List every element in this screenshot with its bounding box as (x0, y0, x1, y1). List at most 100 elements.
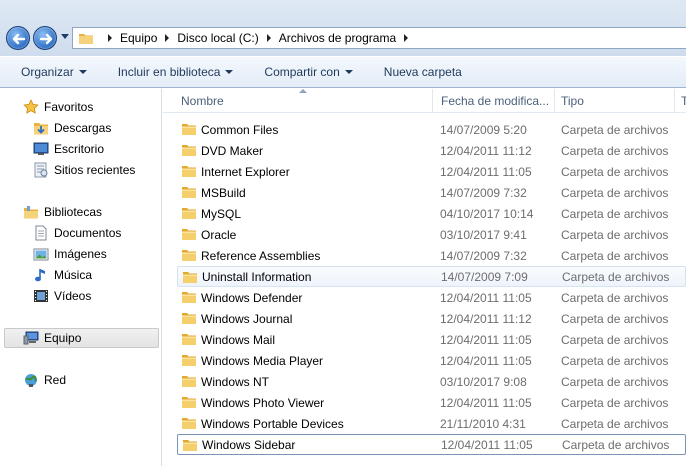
table-row[interactable]: DVD Maker 12/04/2011 11:12 Carpeta de arch… (177, 140, 686, 161)
breadcrumb-separator[interactable] (404, 34, 409, 42)
nav-item-label: Sitios recientes (54, 163, 136, 177)
nav-item-label: Música (54, 268, 93, 282)
nav-item-music[interactable]: Música (0, 265, 162, 285)
folder-icon (181, 227, 197, 244)
file-type: Carpeta de archivos (561, 122, 669, 137)
table-row[interactable]: Common Files 14/07/2009 5:20 Carpeta de ar… (177, 119, 686, 140)
table-row[interactable]: Internet Explorer 12/04/2011 11:05 Carpeta… (177, 161, 686, 182)
nav-item-label: Equipo (44, 331, 82, 345)
nav-item-documents[interactable]: Documentos (0, 223, 162, 243)
music-note-icon (33, 267, 49, 283)
folder-icon (182, 438, 198, 455)
breadcrumb-separator[interactable] (108, 34, 112, 42)
file-date-modified: 03/10/2017 9:41 (440, 227, 527, 242)
table-row[interactable]: Reference Assemblies 14/07/2009 7:32 Carpe… (177, 245, 686, 266)
chevron-down-icon (225, 70, 234, 74)
chevron-down-icon (344, 70, 353, 74)
nav-item-computer[interactable]: Equipo (4, 328, 159, 348)
table-row[interactable]: Oracle 03/10/2017 9:41 Carpeta de archivos (177, 224, 686, 245)
table-row[interactable]: Windows Defender 12/04/2011 11:05 Carpeta … (177, 287, 686, 308)
forward-button[interactable] (33, 26, 57, 50)
downloads-folder-icon (33, 120, 49, 136)
file-date-modified: 12/04/2011 11:05 (440, 332, 532, 347)
file-name: Windows Media Player (201, 353, 324, 368)
table-row[interactable]: MSBuild 14/07/2009 7:32 Carpeta de archivo… (177, 182, 686, 203)
arrow-left-icon (12, 33, 26, 45)
recent-places-icon (33, 162, 49, 178)
address-box[interactable]: Equipo Disco local (C:) Archivos de prog… (72, 27, 686, 49)
libraries-icon (23, 204, 39, 220)
file-name: Windows Journal (201, 311, 293, 326)
file-type: Carpeta de archivos (561, 332, 669, 347)
new-folder-button[interactable]: Nueva carpeta (384, 65, 462, 79)
column-header-name[interactable]: Nombre (175, 89, 433, 113)
images-icon (33, 246, 49, 262)
table-row[interactable]: Windows Mail 12/04/2011 11:05 Carpeta de a… (177, 329, 686, 350)
folder-icon (181, 332, 197, 349)
nav-item-recent-places[interactable]: Sitios recientes (0, 160, 162, 180)
breadcrumb-local-disk[interactable]: Disco local (C:) (177, 31, 258, 45)
star-icon (23, 99, 39, 115)
network-icon (23, 372, 39, 388)
nav-item-libraries[interactable]: Bibliotecas (0, 202, 162, 222)
table-row[interactable]: Windows Journal 12/04/2011 11:12 Carpeta d… (177, 308, 686, 329)
nav-item-network[interactable]: Red (0, 370, 162, 390)
breadcrumb-separator[interactable] (165, 34, 170, 42)
organize-label: Organizar (21, 65, 74, 79)
column-header-type[interactable]: Tipo (555, 89, 675, 113)
nav-item-favorites[interactable]: Favoritos (0, 97, 162, 117)
file-name: DVD Maker (201, 143, 264, 158)
include-in-library-button[interactable]: Incluir en biblioteca (118, 65, 234, 79)
file-date-modified: 21/11/2010 4:31 (440, 416, 526, 431)
nav-item-images[interactable]: Imágenes (0, 244, 162, 264)
film-icon (33, 288, 49, 304)
file-type: Carpeta de archivos (561, 227, 669, 242)
folder-icon (181, 311, 197, 328)
table-row[interactable]: Windows NT 03/10/2017 9:08 Carpeta de arch… (177, 371, 686, 392)
table-row[interactable]: Windows Sidebar 12/04/2011 11:05 Carpeta d… (177, 434, 686, 455)
share-with-button[interactable]: Compartir con (264, 65, 353, 79)
table-row[interactable]: MySQL 04/10/2017 10:14 Carpeta de archivos (177, 203, 686, 224)
column-header-label: Nombre (181, 94, 224, 108)
back-button[interactable] (6, 26, 30, 50)
table-row[interactable]: Windows Portable Devices 21/11/2010 4:31 C… (177, 413, 686, 434)
breadcrumb-separator[interactable] (266, 34, 271, 42)
folder-icon (181, 248, 197, 265)
file-name: MSBuild (201, 185, 246, 200)
folder-icon (79, 34, 93, 44)
table-row[interactable]: Windows Photo Viewer 12/04/2011 11:05 Carp… (177, 392, 686, 413)
nav-item-desktop[interactable]: Escritorio (0, 139, 162, 159)
file-name: Common Files (201, 122, 279, 137)
file-type: Carpeta de archivos (561, 290, 669, 305)
file-date-modified: 12/04/2011 11:05 (440, 164, 532, 179)
column-header-size[interactable]: T (675, 89, 686, 113)
file-name: Reference Assemblies (201, 248, 321, 263)
column-header-label: Tipo (561, 94, 584, 108)
table-row[interactable]: Uninstall Information 14/07/2009 7:09 Carp… (177, 266, 686, 287)
nav-item-label: Favoritos (44, 100, 94, 114)
nav-item-label: Documentos (54, 226, 122, 240)
file-type: Carpeta de archivos (562, 269, 670, 284)
table-row[interactable]: Windows Media Player 12/04/2011 11:05 Carp… (177, 350, 686, 371)
nav-item-downloads[interactable]: Descargas (0, 118, 162, 138)
nav-item-label: Red (44, 373, 67, 387)
file-type: Carpeta de archivos (561, 143, 669, 158)
nav-item-videos[interactable]: Vídeos (0, 286, 162, 306)
file-type: Carpeta de archivos (561, 353, 669, 368)
breadcrumb-program-files[interactable]: Archivos de programa (279, 31, 396, 45)
file-type: Carpeta de archivos (561, 311, 669, 326)
column-header-label: T (681, 94, 686, 108)
folder-icon (181, 206, 197, 223)
file-name: Oracle (201, 227, 237, 242)
nav-item-label: Imágenes (54, 247, 107, 261)
file-list-pane: Nombre Fecha de modifica... Tipo T Commo… (163, 89, 686, 466)
column-header-date[interactable]: Fecha de modifica... (435, 89, 555, 113)
file-type: Carpeta de archivos (561, 185, 669, 200)
file-date-modified: 14/07/2009 7:09 (441, 269, 528, 284)
organize-button[interactable]: Organizar (21, 65, 87, 79)
recent-pages-dropdown[interactable] (61, 34, 69, 39)
desktop-icon (33, 141, 49, 157)
folder-icon (181, 416, 197, 433)
breadcrumb-computer[interactable]: Equipo (120, 31, 157, 45)
file-date-modified: 04/10/2017 10:14 (440, 206, 534, 221)
